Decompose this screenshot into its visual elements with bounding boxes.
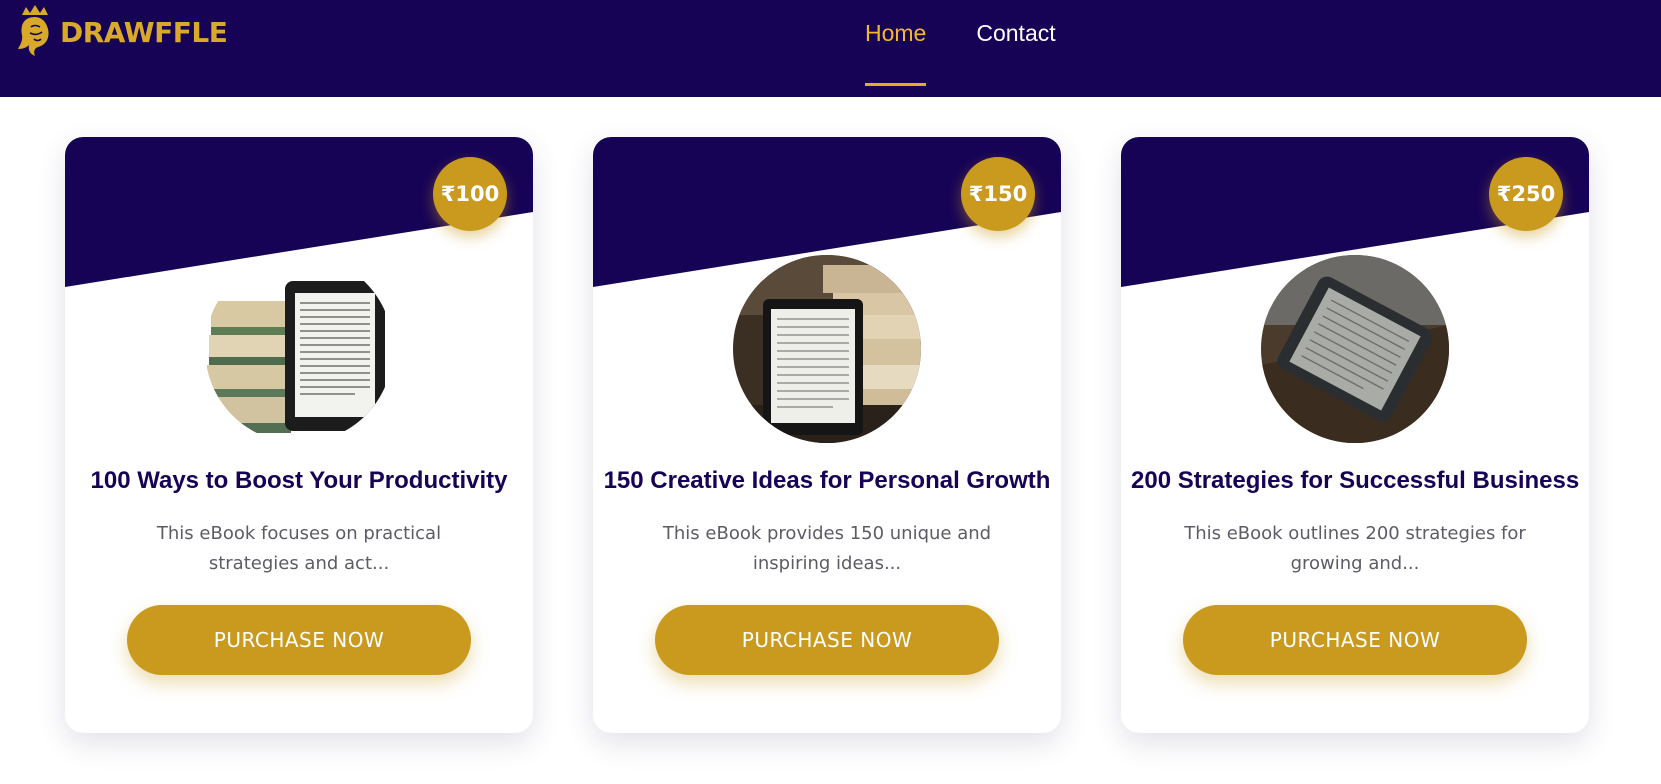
- product-title: 200 Strategies for Successful Business: [1131, 467, 1580, 494]
- product-description: This eBook focuses on practical strategi…: [156, 523, 442, 574]
- ereader-with-books-icon[interactable]: [205, 255, 393, 443]
- tablet-on-book-stack-icon[interactable]: [733, 255, 921, 443]
- product-description: This eBook outlines 200 strategies for g…: [1184, 523, 1526, 574]
- price-badge: ₹100: [433, 157, 507, 231]
- product-description: This eBook provides 150 unique and inspi…: [662, 523, 992, 574]
- product-title: 150 Creative Ideas for Personal Growth: [603, 467, 1051, 494]
- product-grid: ₹100 100 Ways to Boost Your Productivity…: [0, 0, 1661, 784]
- product-card: ₹250 200 Strategies for Successful Busin…: [1121, 137, 1589, 733]
- price-badge: ₹150: [961, 157, 1035, 231]
- product-card: ₹100 100 Ways to Boost Your Productivity…: [65, 137, 533, 733]
- purchase-now-button[interactable]: PURCHASE NOW: [1183, 605, 1527, 675]
- purchase-now-button[interactable]: PURCHASE NOW: [655, 605, 999, 675]
- price-badge: ₹250: [1489, 157, 1563, 231]
- ereader-on-table-icon[interactable]: [1261, 255, 1449, 443]
- product-title: 100 Ways to Boost Your Productivity: [90, 467, 508, 494]
- purchase-now-button[interactable]: PURCHASE NOW: [127, 605, 471, 675]
- product-card: ₹150 150 Creative Ideas for Personal Gro…: [593, 137, 1061, 733]
